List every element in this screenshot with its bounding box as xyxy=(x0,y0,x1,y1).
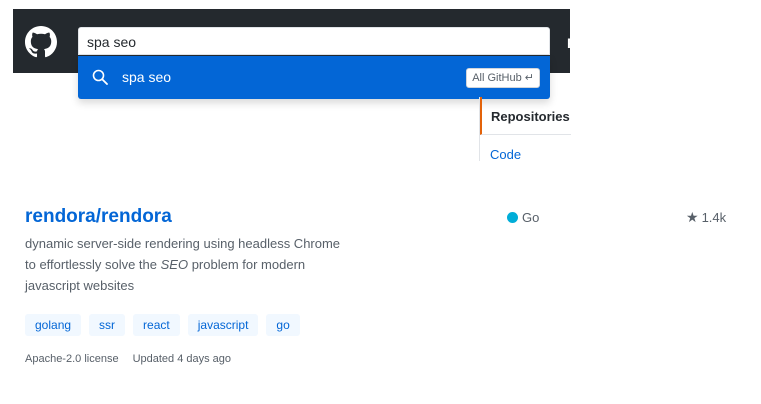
language-color-dot xyxy=(507,212,518,223)
repo-description: dynamic server-side rendering using head… xyxy=(25,233,345,296)
topic-tag[interactable]: ssr xyxy=(89,314,126,336)
filter-code[interactable]: Code xyxy=(490,147,521,161)
updated-label: Updated 4 days ago xyxy=(132,353,232,365)
repo-meta: Apache-2.0 license Updated 4 days ago xyxy=(25,353,231,365)
topic-tag[interactable]: react xyxy=(133,314,180,336)
scope-badge: All GitHub ↵ xyxy=(466,68,540,88)
header-nav-cut-text[interactable]: P xyxy=(567,35,576,51)
filter-repositories[interactable]: Repositories xyxy=(480,97,571,135)
repo-language: Go xyxy=(507,210,539,225)
topic-tag[interactable]: javascript xyxy=(187,314,259,336)
search-icon xyxy=(92,69,108,85)
search-filter-sidebar: Repositories Code xyxy=(479,97,571,161)
search-input[interactable]: spa seo xyxy=(78,27,550,55)
stars-count: 1.4k xyxy=(701,210,727,225)
repo-stars[interactable]: ★ 1.4k xyxy=(686,209,726,226)
topic-tag[interactable]: go xyxy=(266,314,300,336)
license-label: Apache-2.0 license xyxy=(25,353,119,365)
topic-tag[interactable]: golang xyxy=(25,314,82,336)
search-suggestion-item[interactable]: spa seo All GitHub ↵ xyxy=(78,56,550,99)
github-logo-icon[interactable] xyxy=(25,26,57,58)
star-icon: ★ xyxy=(686,209,699,225)
repo-name-link[interactable]: rendora/rendora xyxy=(25,206,172,228)
language-label: Go xyxy=(522,210,540,225)
description-emphasis: SEO xyxy=(160,257,189,272)
suggestion-text: spa seo xyxy=(122,69,172,85)
topic-list: golang ssr react javascript go xyxy=(25,314,300,336)
